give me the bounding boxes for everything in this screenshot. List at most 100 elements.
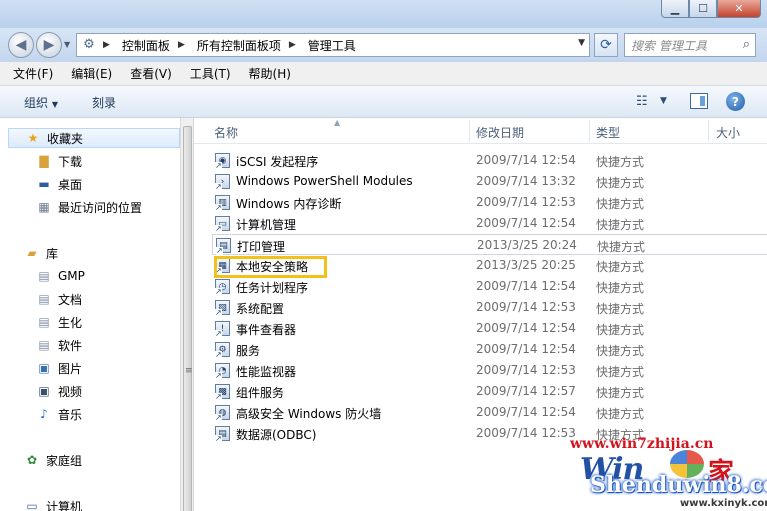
library-icon: ▰ — [27, 246, 37, 260]
control-panel-icon: ⚙ — [83, 37, 95, 52]
star-icon: ★ — [27, 131, 39, 145]
search-input[interactable]: 搜索 管理工具 ⌕ — [624, 33, 756, 57]
back-button[interactable]: ◀ — [8, 32, 34, 58]
nav-recent[interactable]: ▦ 最近访问的位置 — [0, 197, 180, 217]
column-headers: ▲ 名称 修改日期 类型 大小 — [194, 118, 767, 144]
powershell-icon: › — [215, 174, 230, 191]
nav-downloads[interactable]: ▇ 下载 — [0, 151, 180, 171]
list-item-hovered[interactable]: ▤打印管理2013/3/25 20:24快捷方式 — [212, 234, 767, 255]
downloads-folder-icon: ▇ — [39, 154, 49, 168]
computer-management-icon: ▭ — [215, 216, 230, 233]
view-dropdown[interactable]: ▼ — [660, 96, 667, 106]
menu-help[interactable]: 帮助(H) — [246, 63, 294, 84]
column-divider[interactable] — [708, 120, 709, 142]
window-controls: ▁ ☐ ✕ — [661, 0, 761, 18]
list-item[interactable]: !事件查看器2009/7/14 12:54快捷方式 — [212, 318, 752, 339]
library-folder-icon: ▤ — [38, 338, 50, 352]
nav-desktop[interactable]: ▬ 桌面 — [0, 174, 180, 194]
print-management-icon: ▤ — [216, 238, 231, 255]
menu-file[interactable]: 文件(F) — [10, 63, 56, 84]
nav-lib-videos[interactable]: ▣ 视频 — [0, 381, 180, 401]
refresh-icon: ⟳ — [600, 37, 612, 53]
nav-libraries[interactable]: ▰ 库 — [0, 243, 180, 263]
breadcrumb-control-panel[interactable]: 控制面板 ▶ — [122, 37, 191, 54]
address-row: ◀ ▶ ▼ ⚙ ▶ 控制面板 ▶ 所有控制面板项 ▶ 管理工具 ▼ ⟳ 搜索 管理工… — [0, 28, 767, 62]
address-bar[interactable]: ⚙ ▶ 控制面板 ▶ 所有控制面板项 ▶ 管理工具 ▼ — [76, 33, 590, 57]
nav-homegroup[interactable]: ✿ 家庭组 — [0, 450, 180, 470]
event-viewer-icon: ! — [215, 321, 230, 338]
menu-view[interactable]: 查看(V) — [127, 63, 175, 84]
library-folder-icon: ▤ — [38, 269, 50, 283]
navigation-pane: ★ 收藏夹 ▇ 下载 ▬ 桌面 ▦ 最近访问的位置 ▰ 库 ▤ GMP ▤ 文档… — [0, 118, 180, 511]
column-size[interactable]: 大小 — [716, 124, 740, 141]
column-type[interactable]: 类型 — [596, 124, 620, 141]
nav-lib-gmp[interactable]: ▤ GMP — [0, 266, 180, 286]
address-dropdown[interactable]: ▼ — [578, 38, 585, 48]
odbc-icon: ▤ — [215, 426, 230, 443]
computer-icon: ▭ — [26, 499, 38, 511]
breadcrumb-all-items[interactable]: 所有控制面板项 ▶ — [197, 37, 302, 54]
preview-pane-button[interactable] — [690, 93, 708, 109]
services-icon: ⚙ — [215, 342, 230, 359]
history-dropdown[interactable]: ▼ — [64, 40, 70, 49]
nav-lib-documents[interactable]: ▤ 文档 — [0, 289, 180, 309]
list-item[interactable]: ▭计算机管理2009/7/14 12:54快捷方式 — [212, 213, 752, 234]
task-scheduler-icon: ◷ — [215, 279, 230, 296]
memory-diagnostic-icon: ▥ — [215, 195, 230, 212]
menu-bar: 文件(F) 编辑(E) 查看(V) 工具(T) 帮助(H) — [0, 62, 767, 86]
nav-favorites[interactable]: ★ 收藏夹 — [8, 128, 180, 148]
iscsi-icon: ◉ — [215, 153, 230, 170]
firewall-icon: ◍ — [215, 405, 230, 422]
breadcrumb-root-arrow[interactable]: ▶ — [101, 40, 116, 50]
breadcrumb-admin-tools[interactable]: 管理工具 — [308, 37, 356, 54]
list-item[interactable]: ▩组件服务2009/7/14 12:57快捷方式 — [212, 381, 752, 402]
list-item[interactable]: ▧系统配置2009/7/14 12:53快捷方式 — [212, 297, 752, 318]
menu-tools[interactable]: 工具(T) — [187, 63, 234, 84]
nav-computer[interactable]: ▭ 计算机 — [0, 496, 180, 511]
list-item[interactable]: ◔性能监视器2009/7/14 12:53快捷方式 — [212, 360, 752, 381]
pictures-icon: ▣ — [38, 361, 50, 375]
list-item[interactable]: ›Windows PowerShell Modules2009/7/14 13:… — [212, 171, 752, 192]
column-name[interactable]: 名称 — [214, 124, 238, 141]
refresh-button[interactable]: ⟳ — [594, 33, 618, 57]
nav-lib-music[interactable]: ♪ 音乐 — [0, 404, 180, 424]
column-divider[interactable] — [469, 120, 470, 142]
column-divider[interactable] — [589, 120, 590, 142]
performance-monitor-icon: ◔ — [215, 363, 230, 380]
arrow-left-icon: ◀ — [15, 37, 27, 53]
highlight-box — [214, 256, 327, 278]
view-options-icon[interactable]: ☷ — [636, 94, 648, 109]
list-item[interactable]: ◍高级安全 Windows 防火墙2009/7/14 12:54快捷方式 — [212, 402, 752, 423]
burn-button[interactable]: 刻录 — [92, 94, 116, 111]
organize-button[interactable]: 组织 ▼ — [24, 94, 58, 111]
system-config-icon: ▧ — [215, 300, 230, 317]
forward-button[interactable]: ▶ — [36, 32, 62, 58]
column-modified[interactable]: 修改日期 — [476, 124, 524, 141]
list-item[interactable]: ▥Windows 内存诊断2009/7/14 12:53快捷方式 — [212, 192, 752, 213]
nav-lib-biochem[interactable]: ▤ 生化 — [0, 312, 180, 332]
list-item[interactable]: ▤数据源(ODBC)2009/7/14 12:53快捷方式 — [212, 423, 752, 444]
search-icon: ⌕ — [742, 37, 750, 52]
recent-places-icon: ▦ — [38, 200, 50, 214]
list-item[interactable]: ⚙服务2009/7/14 12:54快捷方式 — [212, 339, 752, 360]
minimize-button[interactable]: ▁ — [661, 0, 689, 18]
scrollbar-thumb[interactable] — [183, 126, 192, 511]
nav-lib-software[interactable]: ▤ 软件 — [0, 335, 180, 355]
library-folder-icon: ▤ — [38, 315, 50, 329]
music-icon: ♪ — [40, 407, 48, 421]
maximize-button[interactable]: ☐ — [689, 0, 717, 18]
help-button[interactable]: ? — [726, 92, 745, 111]
file-list-pane: ▲ 名称 修改日期 类型 大小 ◉iSCSI 发起程序2009/7/14 12:… — [194, 118, 767, 511]
list-item[interactable]: ◉iSCSI 发起程序2009/7/14 12:54快捷方式 — [212, 150, 752, 171]
nav-pane-scrollbar[interactable]: ≡ — [180, 118, 194, 511]
videos-icon: ▣ — [38, 384, 50, 398]
menu-edit[interactable]: 编辑(E) — [68, 63, 115, 84]
component-services-icon: ▩ — [215, 384, 230, 401]
list-item[interactable]: ◷任务计划程序2009/7/14 12:54快捷方式 — [212, 276, 752, 297]
command-bar: 组织 ▼ 刻录 ☷ ▼ ? — [0, 86, 767, 118]
title-bar: ▁ ☐ ✕ — [0, 0, 767, 28]
chevron-down-icon: ▼ — [51, 100, 58, 109]
documents-icon: ▤ — [38, 292, 50, 306]
close-button[interactable]: ✕ — [717, 0, 761, 18]
nav-lib-pictures[interactable]: ▣ 图片 — [0, 358, 180, 378]
